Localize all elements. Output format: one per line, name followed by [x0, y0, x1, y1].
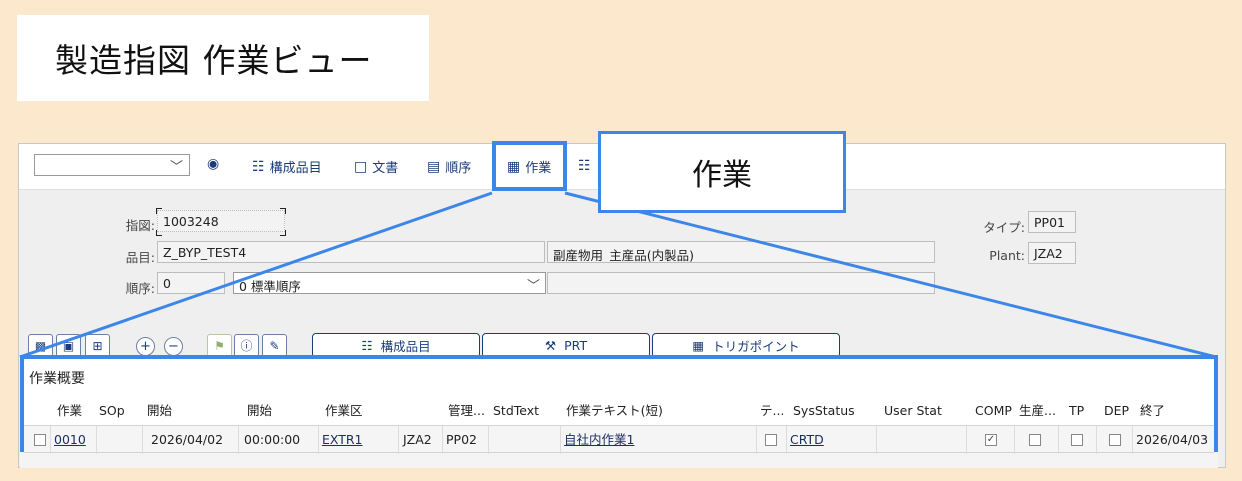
col-header[interactable]: テ... — [757, 397, 783, 425]
dep-checkbox[interactable] — [1096, 426, 1132, 454]
toolbar-select[interactable]: ﹀ — [34, 154, 190, 176]
focus-corner — [280, 208, 286, 214]
order-field[interactable]: 1003248 — [157, 210, 285, 232]
col-header[interactable]: User Stat — [881, 397, 942, 425]
chevron-down-icon: ﹀ — [169, 160, 183, 175]
type-field: PP01 — [1028, 211, 1076, 233]
col-header[interactable]: 開始 — [244, 397, 272, 425]
plant-label: Plant: — [989, 248, 1025, 263]
type-label: タイプ: — [983, 220, 1025, 235]
text-checkbox[interactable] — [756, 426, 786, 454]
operations-tab-highlight: ▦ 作業 — [492, 141, 567, 191]
material-field[interactable]: Z_BYP_TEST4 — [157, 241, 545, 263]
sequence-icon: ▤ — [427, 158, 441, 175]
table-header-row: 作業 SOp 開始 開始 作業区 管理... StdText 作業テキスト(短)… — [24, 397, 1214, 425]
table-row[interactable]: 0010 2026/04/02 00:00:00 EXTR1 JZA2 PP02… — [24, 425, 1214, 454]
material-description-field: 副産物用_主産品(内製品) — [547, 241, 935, 263]
components-button[interactable]: ☷ 構成品目 — [252, 157, 322, 177]
minus-icon: − — [168, 339, 179, 354]
col-header[interactable]: 作業 — [54, 397, 82, 425]
sop-cell — [96, 426, 142, 454]
info-icon: ⓘ — [240, 339, 253, 353]
select-all-button[interactable]: ▣ — [56, 334, 81, 357]
col-header[interactable]: DEP — [1101, 397, 1129, 425]
col-header[interactable]: SysStatus — [790, 397, 855, 425]
documents-button[interactable]: □ 文書 — [354, 157, 398, 177]
operation-text-cell[interactable]: 自社内作業1 — [560, 426, 756, 454]
panel-title: 作業概要 — [29, 371, 85, 387]
sequences-button[interactable]: ▤ 順序 — [427, 157, 471, 177]
wrench-icon: ⚒ — [544, 338, 557, 353]
row-select-checkbox[interactable] — [31, 426, 46, 454]
slide-title: 製造指図 作業ビュー — [17, 15, 429, 101]
col-header[interactable]: 開始 — [144, 397, 172, 425]
focus-corner — [156, 208, 162, 214]
empty-table-rows — [20, 452, 1218, 468]
remove-button[interactable]: − — [164, 337, 183, 356]
sequence-field[interactable]: 0 — [157, 272, 225, 294]
std-text-cell — [488, 426, 560, 454]
deselect-all-button[interactable]: ⊞ — [85, 334, 110, 357]
operations-button[interactable]: ▦ 作業 — [507, 157, 551, 177]
chevron-down-icon: ﹀ — [526, 279, 540, 294]
col-header[interactable]: 生産... — [1016, 397, 1056, 425]
col-header[interactable]: TP — [1066, 397, 1084, 425]
hierarchy-icon: ☷ — [361, 338, 373, 353]
flag-button[interactable]: ⚑ — [207, 334, 232, 357]
structure-icon[interactable]: ☷ — [578, 158, 591, 174]
col-header[interactable] — [402, 397, 405, 425]
work-center-cell[interactable]: EXTR1 — [318, 426, 398, 454]
calendar-icon: ▦ — [692, 338, 705, 353]
operation-number[interactable]: 0010 — [50, 426, 96, 454]
comp-checkbox[interactable]: ✓ — [966, 426, 1014, 454]
document-icon: □ — [354, 158, 368, 175]
sys-status-cell[interactable]: CRTD — [786, 426, 876, 454]
plus-icon: + — [140, 339, 151, 354]
grid-icon: ⊞ — [92, 338, 103, 353]
plant-field: JZA2 — [1028, 242, 1076, 264]
sequence-select[interactable]: 0 標準順序 ﹀ — [233, 272, 546, 294]
tp-checkbox[interactable] — [1058, 426, 1096, 454]
sequence-label: 順序: — [125, 281, 155, 296]
start-time-cell: 00:00:00 — [238, 426, 318, 454]
operations-overview-panel: 作業概要 作業 SOp 開始 開始 作業区 管理... StdText 作業テキ… — [20, 355, 1218, 454]
start-date-cell: 2026/04/02 — [142, 426, 238, 454]
col-header[interactable]: 管理... — [445, 397, 489, 425]
flag-icon: ⚑ — [214, 338, 225, 353]
operation-icon: ▦ — [507, 158, 521, 175]
focus-corner — [280, 230, 286, 236]
add-button[interactable]: + — [136, 337, 155, 356]
hat-icon[interactable]: ◉ — [207, 156, 219, 172]
col-header[interactable]: StdText — [490, 397, 539, 425]
edit-icon: ✎ — [269, 338, 280, 353]
col-header[interactable]: COMP — [972, 397, 1012, 425]
user-status-cell — [876, 426, 966, 454]
details-button[interactable]: ▩ — [28, 334, 53, 357]
hierarchy-icon: ☷ — [252, 158, 265, 175]
col-header[interactable]: 作業区 — [322, 397, 363, 425]
col-header[interactable]: 終了 — [1137, 397, 1165, 425]
edit-button[interactable]: ✎ — [262, 334, 287, 357]
control-key-cell: PP02 — [442, 426, 488, 454]
select-all-icon: ▣ — [62, 338, 75, 353]
focus-corner — [156, 230, 162, 236]
sequence-description-field — [547, 272, 935, 294]
material-label: 品目: — [125, 250, 155, 265]
plant-cell: JZA2 — [398, 426, 442, 454]
operations-table: 作業 SOp 開始 開始 作業区 管理... StdText 作業テキスト(短)… — [24, 397, 1214, 454]
end-date-cell: 2026/04/03 — [1132, 426, 1214, 454]
info-button[interactable]: ⓘ — [234, 334, 259, 357]
production-checkbox[interactable] — [1014, 426, 1058, 454]
col-header[interactable]: SOp — [96, 397, 125, 425]
col-header[interactable]: 作業テキスト(短) — [563, 397, 663, 425]
callout-label: 作業 — [598, 131, 846, 213]
details-icon: ▩ — [34, 338, 47, 353]
order-label: 指図: — [125, 218, 155, 233]
